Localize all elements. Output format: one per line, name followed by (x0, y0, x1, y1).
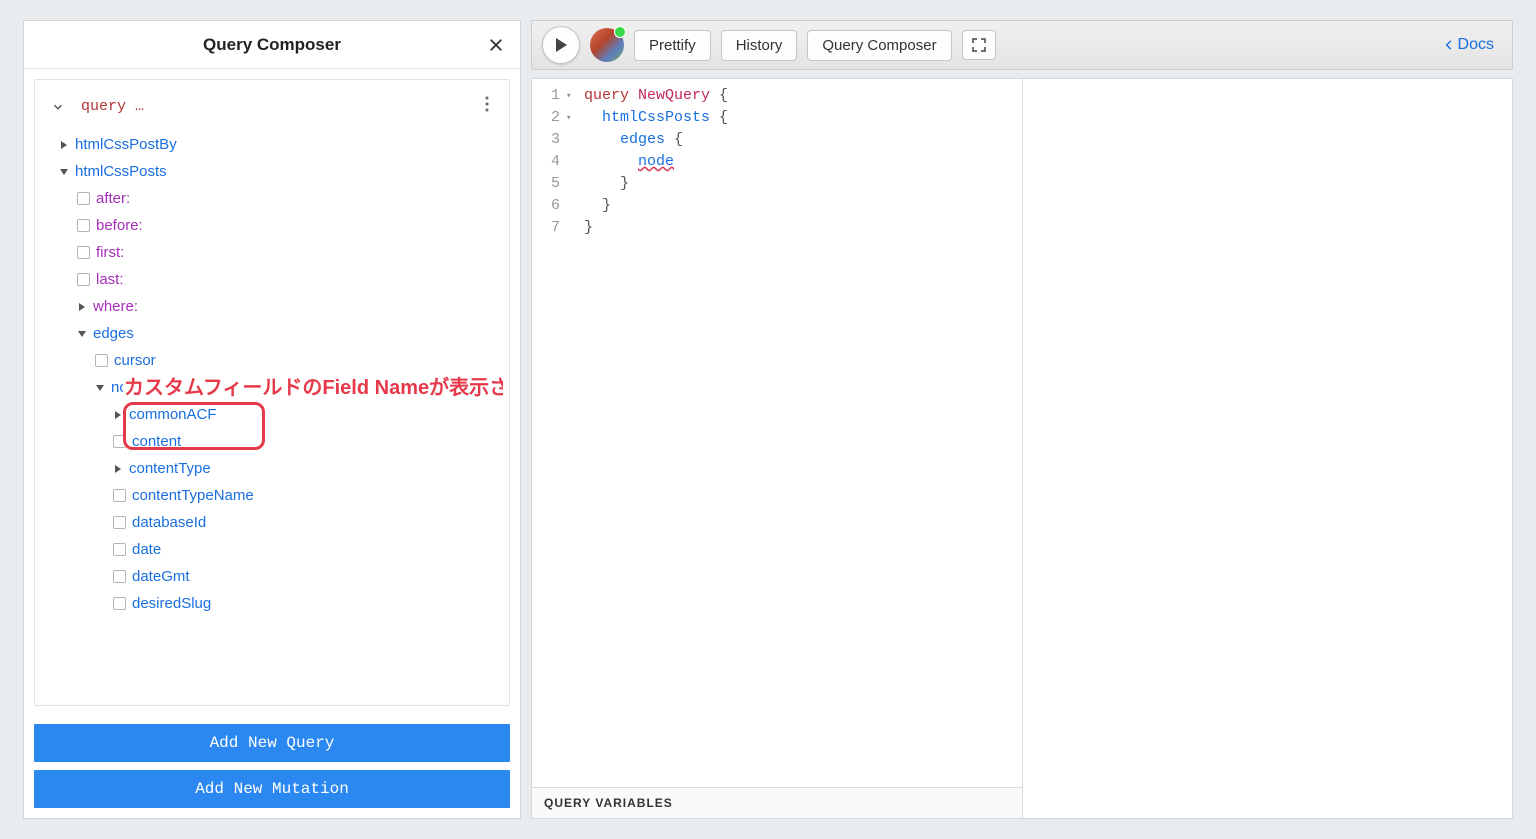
tree-scroll[interactable]: htmlCssPostBy htmlCssPosts after: before… (41, 131, 503, 641)
checkbox[interactable] (77, 219, 90, 232)
tree-item-edges[interactable]: edges (41, 320, 495, 347)
code-editor[interactable]: 1 2 3 4 5 6 7 ▾ ▾ (532, 79, 1022, 787)
tri-right-icon (113, 464, 123, 474)
kebab-menu[interactable] (481, 92, 493, 121)
tree-item-where[interactable]: where: (41, 293, 495, 320)
checkbox[interactable] (77, 246, 90, 259)
query-composer-toggle[interactable]: Query Composer (807, 30, 951, 61)
add-new-mutation-button[interactable]: Add New Mutation (34, 770, 510, 808)
tree-item-contentTypeName[interactable]: contentTypeName (41, 482, 495, 509)
annotation-text: カスタムフィールドのField Nameが表示されることを確認 (123, 371, 503, 400)
query-root-label: query … (81, 98, 144, 115)
tree-item-first[interactable]: first: (41, 239, 495, 266)
checkbox[interactable] (95, 354, 108, 367)
tree-item-content[interactable]: content (41, 428, 495, 455)
query-variables-label[interactable]: QUERY VARIABLES (532, 787, 1022, 818)
toolbar: Prettify History Query Composer Docs (531, 20, 1513, 70)
tree-item-htmlCssPosts[interactable]: htmlCssPosts (41, 158, 495, 185)
tree-item-commonACF[interactable]: commonACF (41, 401, 495, 428)
chevron-down-icon (51, 100, 65, 114)
result-pane (1023, 78, 1514, 819)
docs-button[interactable]: Docs (1434, 36, 1502, 54)
fullscreen-button[interactable] (962, 30, 996, 60)
execute-button[interactable] (542, 26, 580, 64)
query-root-row[interactable]: query … (41, 90, 503, 131)
tree-item-before[interactable]: before: (41, 212, 495, 239)
close-button[interactable] (484, 33, 508, 57)
tree-item-htmlCssPostBy[interactable]: htmlCssPostBy (41, 131, 495, 158)
fold-gutter[interactable]: ▾ ▾ (566, 79, 580, 787)
checkbox[interactable] (113, 570, 126, 583)
checkbox[interactable] (113, 489, 126, 502)
line-gutter: 1 2 3 4 5 6 7 (532, 79, 566, 787)
tree-item-date[interactable]: date (41, 536, 495, 563)
chevron-left-icon (1442, 38, 1456, 52)
checkbox[interactable] (77, 273, 90, 286)
user-avatar[interactable] (590, 28, 624, 62)
tree-item-after[interactable]: after: (41, 185, 495, 212)
checkbox[interactable] (113, 543, 126, 556)
tree-item-databaseId[interactable]: databaseId (41, 509, 495, 536)
tree-item-dateGmt[interactable]: dateGmt (41, 563, 495, 590)
tree-item-cursor[interactable]: cursor (41, 347, 495, 374)
close-icon (487, 36, 505, 54)
checkbox[interactable] (113, 516, 126, 529)
query-composer-panel: Query Composer query … (23, 20, 521, 819)
history-button[interactable]: History (721, 30, 798, 61)
tri-right-icon (113, 410, 123, 420)
checkbox[interactable] (113, 597, 126, 610)
code-content[interactable]: query NewQuery { htmlCssPosts { edges { … (580, 79, 728, 787)
tri-down-icon (95, 383, 105, 393)
tri-down-icon (59, 167, 69, 177)
tri-right-icon (59, 140, 69, 150)
composer-title: Query Composer (203, 35, 341, 55)
composer-header: Query Composer (24, 21, 520, 69)
checkbox[interactable] (113, 435, 126, 448)
checkbox[interactable] (77, 192, 90, 205)
tree-item-desiredSlug[interactable]: desiredSlug (41, 590, 495, 617)
tree-item-last[interactable]: last: (41, 266, 495, 293)
prettify-button[interactable]: Prettify (634, 30, 711, 61)
add-new-query-button[interactable]: Add New Query (34, 724, 510, 762)
tree-item-contentType[interactable]: contentType (41, 455, 495, 482)
tri-down-icon (77, 329, 87, 339)
tri-right-icon (77, 302, 87, 312)
expand-icon (971, 37, 987, 53)
play-icon (553, 37, 569, 53)
